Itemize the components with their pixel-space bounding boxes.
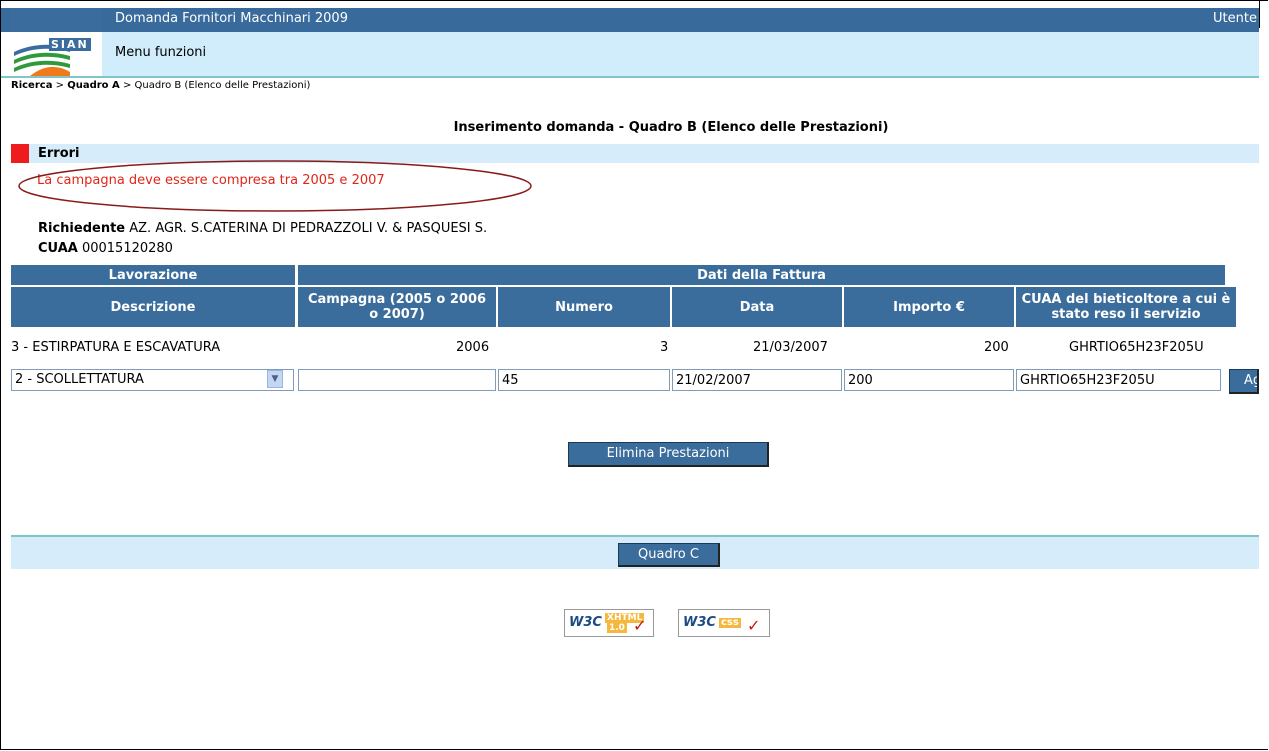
menu-funzioni-link[interactable]: Menu funzioni — [115, 45, 206, 60]
top-border — [1, 0, 1268, 1]
css-tag: css — [719, 617, 741, 628]
campagna-input[interactable] — [298, 369, 496, 391]
header-separator — [1, 76, 1259, 78]
w3c-css-badge[interactable]: W3C css ✓ — [678, 609, 770, 637]
row1-numero: 3 — [660, 340, 669, 355]
w3c-css-logo-text: W3C — [683, 615, 716, 630]
breadcrumb-sep: > — [119, 80, 135, 91]
quadro-c-button[interactable]: Quadro C — [618, 543, 720, 567]
breadcrumb-quadro-a[interactable]: Quadro A — [67, 80, 120, 91]
page-frame: SIAN Domanda Fornitori Macchinari 2009 U… — [0, 0, 1268, 750]
right-border — [1259, 0, 1260, 28]
col-numero: Numero — [498, 287, 670, 327]
elimina-prestazioni-button[interactable]: Elimina Prestazioni — [568, 442, 769, 467]
cuaa-label: CUAA — [38, 241, 78, 256]
row1-descrizione: 3 - ESTIRPATURA E ESCAVATURA — [11, 340, 221, 355]
xhtml-version-tag: 1.0 — [607, 623, 627, 633]
sian-logo-text: SIAN — [49, 38, 91, 51]
add-button[interactable]: Ag — [1229, 369, 1259, 394]
app-title: Domanda Fornitori Macchinari 2009 — [115, 11, 348, 26]
col-data: Data — [672, 287, 842, 327]
checkmark-icon: ✓ — [747, 616, 761, 635]
row1-cuaa: GHRTIO65H23F205U — [1069, 340, 1204, 355]
menu-bar — [102, 32, 1259, 76]
breadcrumb: Ricerca > Quadro A > Quadro B (Elenco de… — [11, 80, 310, 91]
header-lavorazione: Lavorazione — [11, 265, 295, 285]
w3c-xhtml-badge[interactable]: W3C XHTML 1.0 ✓ — [564, 609, 654, 637]
header-dati-fattura: Dati della Fattura — [298, 265, 1225, 285]
cuaa-line: CUAA 00015120280 — [38, 241, 173, 256]
numero-input[interactable] — [498, 369, 670, 391]
w3c-xhtml-logo-text: W3C — [569, 615, 602, 630]
row1-campagna: 2006 — [456, 340, 490, 355]
error-highlight-ellipse — [18, 160, 532, 212]
cuaa-input[interactable] — [1016, 369, 1221, 391]
data-input[interactable] — [672, 369, 842, 391]
breadcrumb-current: Quadro B (Elenco delle Prestazioni) — [134, 80, 311, 91]
checkmark-icon: ✓ — [633, 616, 647, 635]
row1-importo: 200 — [984, 340, 1009, 355]
user-label[interactable]: Utente — [1213, 11, 1257, 26]
descrizione-select-value: 2 - SCOLLETTATURA — [15, 372, 144, 387]
importo-input[interactable] — [844, 369, 1014, 391]
col-descrizione: Descrizione — [11, 287, 295, 327]
chevron-down-icon[interactable]: ▼ — [267, 370, 283, 388]
applicant-name: AZ. AGR. S.CATERINA DI PEDRAZZOLI V. & P… — [129, 221, 488, 236]
descrizione-select[interactable]: 2 - SCOLLETTATURA — [11, 369, 294, 391]
col-importo: Importo € — [844, 287, 1014, 327]
row1-data: 21/03/2007 — [753, 340, 828, 355]
applicant-label: Richiedente — [38, 221, 126, 236]
col-cuaa-bieticoltore: CUAA del bieticoltore a cui è stato reso… — [1016, 287, 1236, 327]
cuaa-value: 00015120280 — [81, 241, 173, 256]
breadcrumb-ricerca[interactable]: Ricerca — [11, 80, 52, 91]
breadcrumb-sep: > — [52, 80, 68, 91]
applicant-line: Richiedente AZ. AGR. S.CATERINA DI PEDRA… — [38, 221, 487, 236]
col-campagna: Campagna (2005 o 2006 o 2007) — [298, 287, 496, 327]
